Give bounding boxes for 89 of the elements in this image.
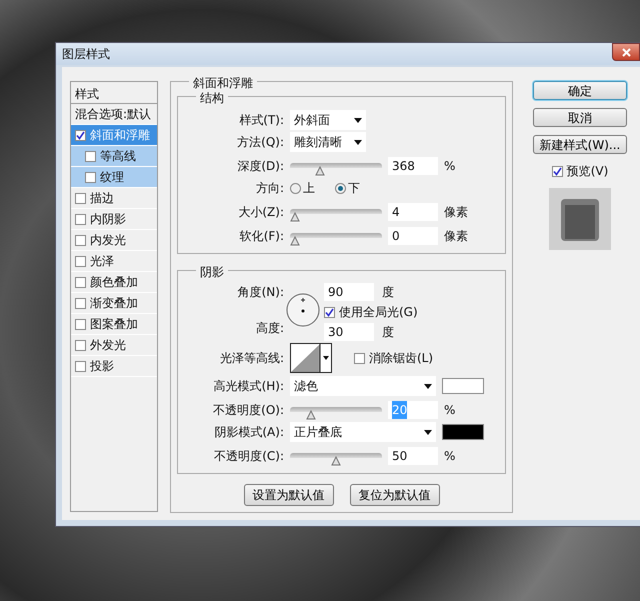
angle-dial-icon[interactable] (286, 293, 320, 327)
field-label: 方法(Q): (236, 134, 284, 151)
style-item[interactable]: 外发光 (71, 335, 157, 356)
slider-thumb[interactable] (306, 410, 316, 420)
dialog-button[interactable]: 新建样式(W)... (533, 135, 627, 154)
slider-thumb[interactable] (331, 456, 341, 466)
slider-thumb[interactable] (290, 212, 300, 222)
style-item[interactable]: 描边 (71, 188, 157, 209)
caret-icon (354, 118, 362, 122)
checkbox[interactable] (85, 150, 96, 162)
caret-icon (424, 384, 432, 388)
dialog-button[interactable]: 确定 (533, 81, 627, 100)
dropdown[interactable]: 正片叠底 (290, 422, 436, 442)
caret-icon (424, 430, 432, 434)
style-item[interactable]: 内发光 (71, 230, 157, 251)
unit-label: % (444, 402, 456, 419)
field-label: 大小(Z): (237, 204, 284, 221)
checkbox[interactable] (75, 234, 86, 246)
unit-label: 像素 (444, 228, 468, 245)
field-label: 不透明度(C): (213, 448, 284, 465)
slider-thumb[interactable] (290, 236, 300, 246)
style-item[interactable]: 内阴影 (71, 209, 157, 230)
window-title: 图层样式 (62, 46, 110, 63)
field-label: 光泽等高线: (218, 350, 284, 367)
style-item[interactable]: 纹理 (71, 167, 157, 188)
contour-picker-icon[interactable] (290, 343, 332, 373)
style-item[interactable]: 光泽 (71, 251, 157, 272)
group-title: 结构 (196, 89, 228, 107)
group-title: 斜面和浮雕 (189, 74, 257, 92)
number-field[interactable]: 50 (388, 447, 438, 465)
checkbox[interactable] (75, 298, 86, 308)
unit-label: 度 (382, 284, 394, 301)
close-button[interactable] (612, 43, 640, 61)
radio-button[interactable] (335, 182, 346, 194)
dropdown[interactable]: 外斜面 (290, 110, 366, 130)
default-button[interactable]: 复位为默认值 (350, 484, 440, 506)
group-title: 阴影 (196, 263, 228, 281)
color-swatch[interactable] (442, 378, 484, 394)
style-item[interactable]: 等高线 (71, 146, 157, 167)
checkbox[interactable] (75, 318, 86, 330)
field-label: 样式(T): (238, 112, 284, 129)
style-item[interactable]: 渐变叠加 (71, 293, 157, 314)
checkbox[interactable] (75, 340, 86, 350)
checkbox[interactable] (324, 306, 335, 318)
dialog-button[interactable]: 取消 (533, 108, 627, 127)
number-field[interactable]: 30 (324, 323, 374, 341)
checkbox[interactable] (85, 172, 96, 182)
checkbox[interactable] (75, 130, 86, 140)
unit-label: % (444, 158, 456, 175)
number-field[interactable]: 90 (324, 283, 374, 301)
field-label: 方向: (254, 180, 284, 197)
unit-label: % (444, 448, 456, 465)
style-item[interactable]: 颜色叠加 (71, 272, 157, 293)
checkbox-label: 预览(V) (566, 163, 608, 180)
checkbox[interactable] (75, 360, 86, 372)
dropdown[interactable]: 雕刻清晰 (290, 132, 366, 152)
field-label: 不透明度(O): (212, 402, 284, 419)
number-field[interactable]: 4 (388, 203, 438, 221)
unit-label: 度 (382, 324, 394, 341)
unit-label: 像素 (444, 204, 468, 221)
style-item[interactable]: 图案叠加 (71, 314, 157, 335)
checkbox-label: 使用全局光(G) (339, 304, 418, 321)
radio-label: 上 (303, 180, 315, 197)
color-swatch[interactable] (442, 424, 484, 440)
field-label: 角度(N): (236, 284, 284, 301)
checkbox[interactable] (75, 214, 86, 224)
field-label: 深度(D): (236, 158, 284, 175)
radio-label: 下 (348, 180, 360, 197)
caret-icon (354, 140, 362, 144)
checkbox[interactable] (354, 352, 365, 364)
radio-button[interactable] (290, 182, 301, 194)
number-field[interactable]: 0 (388, 227, 438, 245)
field-label: 高光模式(H): (212, 378, 284, 395)
panel-header: 样式 (71, 82, 157, 104)
checkbox[interactable] (75, 192, 86, 204)
checkbox[interactable] (75, 276, 86, 288)
field-label: 阴影模式(A): (213, 424, 284, 441)
preview-thumbnail (549, 188, 611, 250)
close-icon (622, 48, 630, 56)
default-button[interactable]: 设置为默认值 (244, 484, 334, 506)
checkbox-label: 消除锯齿(L) (369, 350, 434, 367)
checkbox[interactable] (552, 166, 563, 176)
slider-thumb[interactable] (314, 166, 325, 176)
checkbox[interactable] (75, 256, 86, 266)
field-label: 高度: (254, 320, 284, 337)
style-item[interactable]: 投影 (71, 356, 157, 377)
number-field[interactable]: 368 (388, 157, 438, 175)
dropdown[interactable]: 滤色 (290, 376, 436, 396)
field-label: 软化(F): (238, 228, 284, 245)
